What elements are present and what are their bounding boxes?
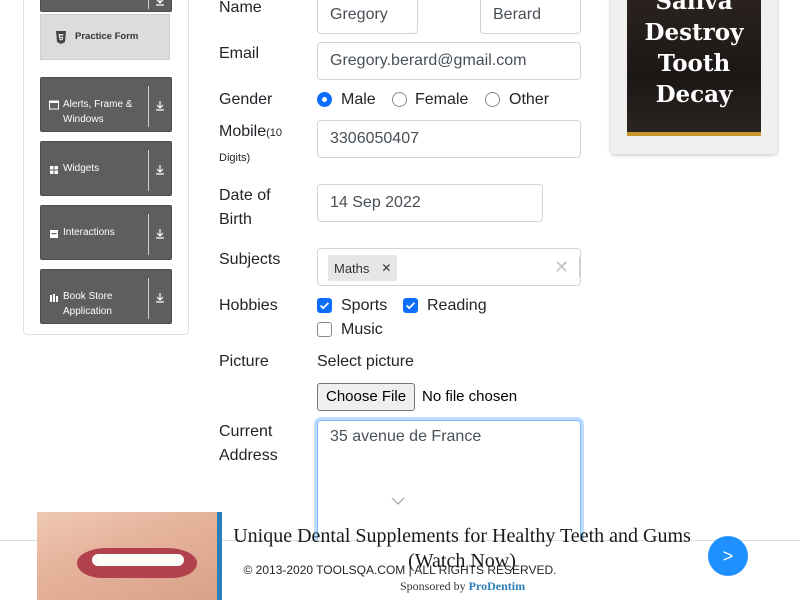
subject-chip-label: Maths	[334, 260, 370, 276]
sidebar-group-bookstore[interactable]: Book Store Application	[40, 269, 172, 324]
banner-next-button[interactable]: >	[708, 536, 748, 576]
email-field[interactable]: Gregory.berard@gmail.com	[317, 42, 581, 80]
subjects-input[interactable]: Maths ✕ ✕	[317, 248, 581, 286]
sidebar-group-label: Interactions	[63, 227, 115, 238]
hobby-checkbox-music[interactable]	[317, 322, 332, 337]
group-divider	[148, 278, 149, 319]
chevron-down-icon[interactable]	[154, 228, 166, 240]
sponsored-by: Sponsored by ProDentim	[400, 579, 526, 593]
ad-headline: Saliva Destroy Tooth Decay	[644, 0, 744, 108]
subjects-divider	[579, 257, 580, 277]
sidebar-group-label: Alerts, Frame & Windows	[63, 99, 133, 125]
gender-radio-other[interactable]	[485, 92, 500, 107]
mobile-hint: (10	[266, 127, 283, 139]
gender-radio-male[interactable]	[317, 92, 332, 107]
ad-accent-bar	[627, 132, 761, 136]
sidebar-group-forms[interactable]	[40, 0, 172, 12]
hobbies-label: Hobbies	[219, 297, 278, 314]
first-name-input[interactable]: Gregory	[317, 0, 418, 34]
window-icon	[49, 100, 59, 110]
group-divider	[148, 0, 149, 9]
chevron-down-icon	[391, 497, 405, 505]
clear-icon[interactable]: ✕	[554, 257, 569, 278]
ad-image[interactable]: Saliva Destroy Tooth Decay	[627, 0, 761, 136]
picture-label: Picture	[219, 353, 269, 370]
chevron-down-icon[interactable]	[154, 164, 166, 176]
chevron-down-icon[interactable]	[154, 0, 166, 7]
subjects-label: Subjects	[219, 251, 281, 268]
html5-icon	[56, 31, 66, 44]
interactions-icon	[50, 230, 58, 238]
sidebar-group-interactions[interactable]: Interactions	[40, 205, 172, 260]
choose-file-button[interactable]: Choose File	[317, 383, 416, 411]
widgets-icon	[50, 166, 58, 174]
banner-headline[interactable]: Unique Dental Supplements for Healthy Te…	[222, 524, 702, 574]
hobby-checkbox-reading[interactable]	[403, 298, 418, 313]
gender-option-label[interactable]: Other	[509, 90, 549, 110]
subject-chip: Maths ✕	[328, 255, 398, 281]
sponsor-link[interactable]: ProDentim	[469, 579, 525, 593]
hobby-checkbox-sports[interactable]	[317, 298, 332, 313]
gender-label: Gender	[219, 91, 273, 108]
name-label: Name	[219, 0, 262, 16]
select-picture-label: Select picture	[317, 353, 414, 370]
current-address-label: Current Address	[219, 423, 278, 464]
remove-chip-icon[interactable]: ✕	[375, 255, 397, 281]
sidebar-group-alerts[interactable]: Alerts, Frame & Windows	[40, 77, 172, 132]
sidebar-group-widgets[interactable]: Widgets	[40, 141, 172, 196]
sidebar-item-practice-form[interactable]: Practice Form	[40, 14, 170, 60]
hobby-option-label[interactable]: Music	[341, 320, 383, 340]
dob-label: Date of Birth	[219, 187, 271, 228]
mobile-hint: Digits)	[219, 152, 251, 164]
hobby-option-label[interactable]: Reading	[427, 296, 487, 316]
group-divider	[148, 150, 149, 191]
ad-card[interactable]: Saliva Destroy Tooth Decay	[611, 0, 777, 154]
file-status: No file chosen	[422, 388, 518, 405]
group-divider	[148, 214, 149, 255]
group-divider	[148, 86, 149, 127]
date-of-birth-input[interactable]: 14 Sep 2022	[317, 184, 543, 222]
check-icon	[405, 302, 416, 310]
check-icon	[319, 302, 330, 310]
sidebar-item-label: Practice Form	[75, 31, 139, 42]
teeth-graphic	[92, 554, 184, 566]
sidebar-group-label: Book Store Application	[63, 291, 113, 317]
hobby-option-label[interactable]: Sports	[341, 296, 387, 316]
gender-option-label[interactable]: Female	[415, 90, 468, 110]
gender-radio-female[interactable]	[392, 92, 407, 107]
banner-image[interactable]	[37, 512, 217, 600]
mobile-field[interactable]: 3306050407	[317, 120, 581, 158]
mobile-label: Mobile(10 Digits)	[219, 123, 283, 164]
sidebar-group-label: Widgets	[63, 163, 100, 174]
book-icon	[50, 294, 58, 302]
chevron-down-icon[interactable]	[154, 292, 166, 304]
email-label: Email	[219, 45, 260, 62]
chevron-down-icon[interactable]	[154, 100, 166, 112]
last-name-input[interactable]: Berard	[480, 0, 581, 34]
gender-option-label[interactable]: Male	[341, 90, 376, 110]
